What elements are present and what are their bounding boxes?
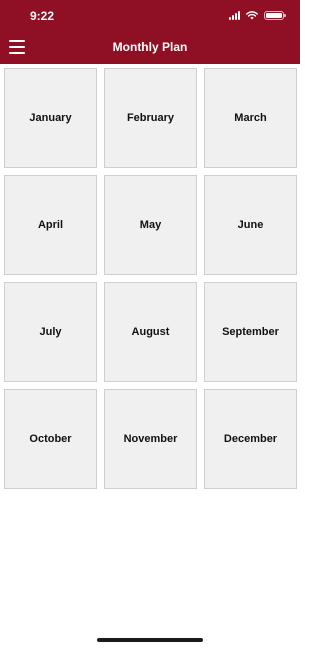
- month-tile-july[interactable]: July: [4, 282, 97, 382]
- home-indicator[interactable]: [97, 638, 203, 642]
- app-header: 9:22 Monthly Plan: [0, 0, 300, 64]
- month-grid: January February March April May June Ju…: [4, 68, 297, 489]
- month-tile-january[interactable]: January: [4, 68, 97, 168]
- month-tile-february[interactable]: February: [104, 68, 197, 168]
- month-tile-november[interactable]: November: [104, 389, 197, 489]
- battery-icon: [264, 10, 286, 20]
- month-tile-august[interactable]: August: [104, 282, 197, 382]
- month-tile-june[interactable]: June: [204, 175, 297, 275]
- wifi-icon: [246, 10, 258, 19]
- page-title: Monthly Plan: [112, 40, 188, 54]
- cellular-signal-icon: [229, 10, 240, 20]
- status-time: 9:22: [30, 9, 55, 23]
- month-tile-april[interactable]: April: [4, 175, 97, 275]
- month-tile-may[interactable]: May: [104, 175, 197, 275]
- month-tile-october[interactable]: October: [4, 389, 97, 489]
- status-icons: [229, 10, 286, 20]
- month-tile-december[interactable]: December: [204, 389, 297, 489]
- month-tile-september[interactable]: September: [204, 282, 297, 382]
- month-tile-march[interactable]: March: [204, 68, 297, 168]
